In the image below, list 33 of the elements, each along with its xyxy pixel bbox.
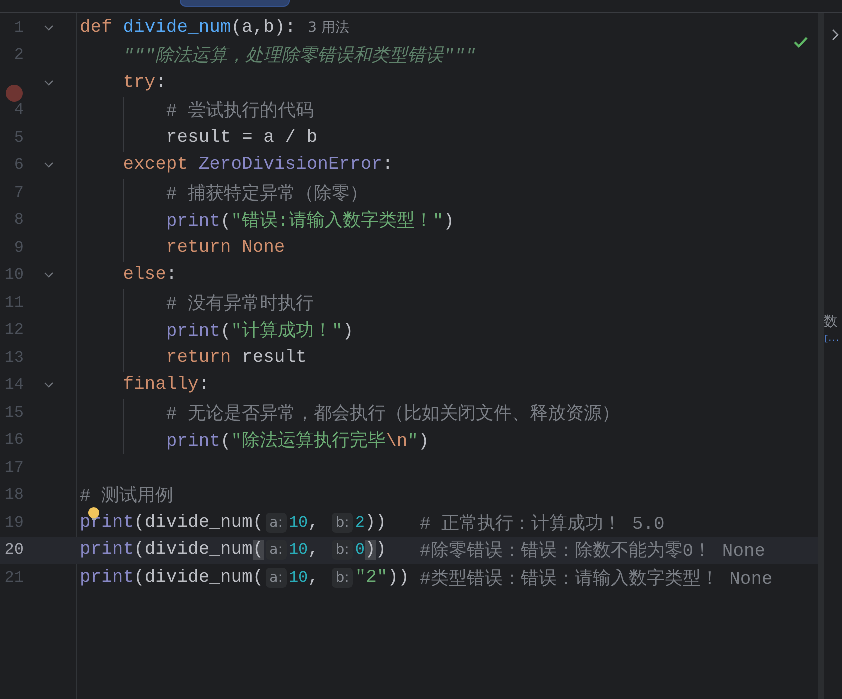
fold-icon[interactable] bbox=[44, 162, 54, 168]
code-line: print(divide_num( a: 10, b: 2)) bbox=[80, 512, 387, 533]
code-line: print(divide_num( a: 10, b: "2")) bbox=[80, 568, 410, 588]
code-line: print("错误:请输入数字类型！") bbox=[165, 210, 454, 232]
line-number: 20 bbox=[4, 541, 24, 560]
code-line: print("除法运算执行完毕\n") bbox=[165, 430, 430, 452]
code-line: print(divide_num( a: 10, b: 0)) bbox=[80, 540, 387, 560]
code-comment: #除零错误：错误：除数不能为零0！ None bbox=[420, 540, 766, 562]
fold-icon[interactable] bbox=[44, 24, 54, 31]
panel-link[interactable]: [... bbox=[824, 335, 840, 344]
code-line: finally: bbox=[122, 375, 210, 396]
code-line: return None bbox=[165, 238, 286, 258]
check-icon[interactable] bbox=[794, 37, 808, 48]
code-line: # 没有异常时执行 bbox=[165, 293, 314, 315]
code-line: # 尝试执行的代码 bbox=[165, 100, 314, 122]
code-line: # 无论是否异常，都会执行（比如关闭文件、释放资源） bbox=[165, 403, 620, 425]
code-line: return result bbox=[165, 348, 307, 368]
code-line: """除法运算，处理除零错误和类型错误""" bbox=[122, 45, 476, 68]
fold-icon[interactable] bbox=[44, 272, 54, 278]
code-comment: # 正常执行：计算成功！ 5.0 bbox=[420, 513, 665, 535]
code-line: # 测试用例 bbox=[80, 485, 174, 508]
code-line: except ZeroDivisionError: bbox=[122, 155, 394, 176]
fold-icon[interactable] bbox=[44, 382, 54, 388]
code-line: try: bbox=[122, 72, 166, 93]
code-line: def divide_num(a,b): 3 用法 bbox=[80, 18, 350, 38]
code-line: else: bbox=[122, 265, 178, 286]
code-line: result = a / b bbox=[165, 128, 318, 148]
panel-text: 数 bbox=[824, 313, 839, 331]
fold-icon[interactable] bbox=[44, 80, 54, 86]
code-line: # 捕获特定异常（除零） bbox=[165, 182, 368, 205]
chevron-right-icon[interactable] bbox=[832, 29, 839, 41]
code-comment: #类型错误：错误：请输入数字类型！ None bbox=[420, 568, 773, 590]
code-line: print("计算成功！") bbox=[165, 320, 354, 342]
